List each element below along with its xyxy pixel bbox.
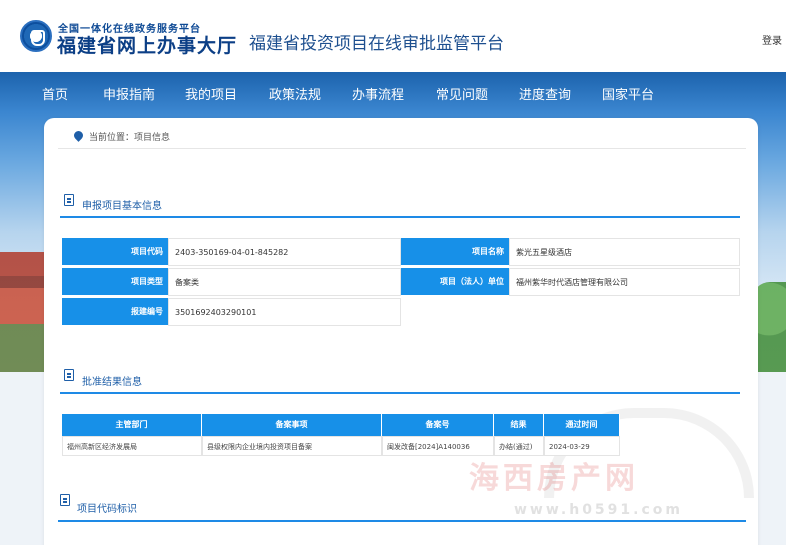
value-filing-number: 3501692403290101 — [168, 298, 401, 326]
value-project-unit: 福州紫华时代酒店管理有限公司 — [509, 268, 740, 296]
platform-title: 福建省投资项目在线审批监管平台 — [249, 34, 504, 54]
nav-item-policies[interactable]: 政策法规 — [269, 84, 321, 103]
value-project-type: 备案类 — [168, 268, 401, 296]
nav-item-home[interactable]: 首页 — [42, 84, 68, 103]
label-filing-number: 报建编号 — [62, 298, 168, 326]
basic-info-table: 项目代码 2403-350169-04-01-845282 项目名称 紫光五星级… — [62, 238, 740, 326]
approval-cell-number: 闽发改备[2024]A140036 — [382, 436, 494, 456]
content-card: 当前位置：项目信息 申报项目基本信息 项目代码 2403-350169-04-0… — [44, 118, 758, 545]
label-project-type: 项目类型 — [62, 268, 168, 296]
approval-header-item: 备案事项 — [202, 414, 382, 436]
breadcrumb: 当前位置：项目信息 — [89, 133, 171, 143]
approval-header-number: 备案号 — [382, 414, 494, 436]
nav-item-process[interactable]: 办事流程 — [352, 84, 404, 103]
nav-item-progress[interactable]: 进度查询 — [519, 84, 571, 103]
main-nav: 首页 申报指南 我的项目 政策法规 办事流程 常见问题 进度查询 国家平台 — [0, 72, 786, 112]
section-title-code-marking: 项目代码标识 — [77, 504, 137, 515]
section-divider — [60, 392, 740, 394]
document-icon — [60, 494, 70, 506]
tower-decoration — [0, 252, 48, 372]
brand-logo-text[interactable]: 福建省网上办事大厅 — [57, 31, 237, 58]
approval-header-department: 主管部门 — [62, 414, 202, 436]
approval-cell-time: 2024-03-29 — [544, 436, 620, 456]
watermark-url: www.h0591.com — [514, 502, 683, 518]
approval-cell-result: 办结(通过) — [494, 436, 544, 456]
approval-header-time: 通过时间 — [544, 414, 620, 436]
watermark-text: 海西房产网 — [469, 461, 639, 496]
approval-header-result: 结果 — [494, 414, 544, 436]
approval-cell-item: 县级权限内企业境内投资项目备案 — [202, 436, 382, 456]
top-header: 全国一体化在线政务服务平台 福建省网上办事大厅 福建省投资项目在线审批监管平台 … — [0, 0, 786, 72]
login-link[interactable]: 登录 — [762, 32, 782, 47]
document-icon — [64, 194, 74, 206]
section-divider — [58, 520, 746, 522]
label-project-code: 项目代码 — [62, 238, 168, 266]
document-icon — [64, 369, 74, 381]
label-project-unit: 项目（法人）单位 — [401, 268, 509, 296]
nav-item-national[interactable]: 国家平台 — [602, 84, 654, 103]
nav-item-faq[interactable]: 常见问题 — [436, 84, 488, 103]
nav-item-guide[interactable]: 申报指南 — [103, 84, 155, 103]
value-project-code: 2403-350169-04-01-845282 — [168, 238, 401, 266]
nav-item-my-projects[interactable]: 我的项目 — [185, 84, 237, 103]
breadcrumb-divider — [58, 148, 746, 149]
section-divider — [60, 216, 740, 218]
value-project-name: 紫光五星级酒店 — [509, 238, 740, 266]
section-title-basic-info: 申报项目基本信息 — [82, 201, 162, 212]
label-project-name: 项目名称 — [401, 238, 509, 266]
emblem-icon — [20, 20, 52, 52]
section-title-approval: 批准结果信息 — [82, 377, 142, 388]
location-pin-icon — [72, 129, 85, 142]
approval-cell-department: 福州高新区经济发展局 — [62, 436, 202, 456]
